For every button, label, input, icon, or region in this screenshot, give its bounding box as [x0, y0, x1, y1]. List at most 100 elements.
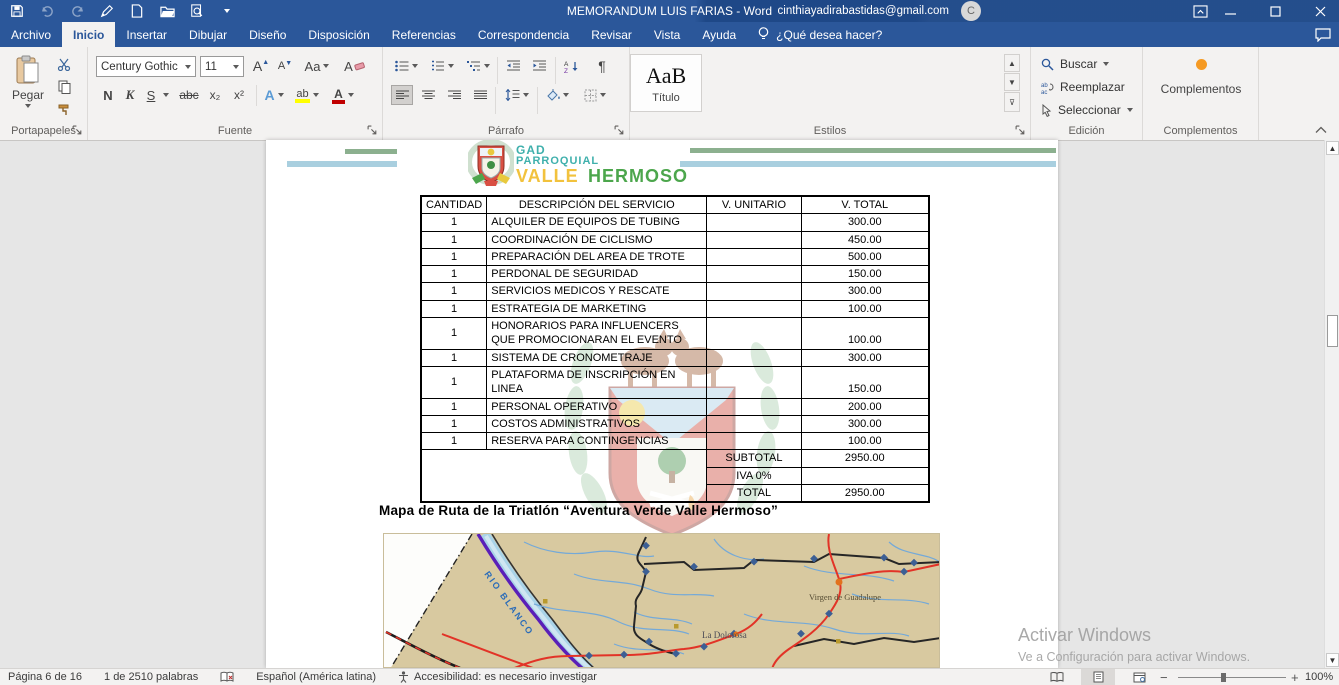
format-painter-button[interactable]	[52, 101, 76, 119]
ribbon-tab[interactable]: Diseño	[238, 22, 297, 47]
cell-cantidad: 1	[421, 248, 487, 265]
styles-scroll-down-icon[interactable]: ▼	[1004, 73, 1020, 91]
zoom-slider-track[interactable]	[1178, 677, 1286, 678]
language-indicator[interactable]: Español (América latina)	[256, 671, 376, 683]
multilevel-list-button[interactable]	[463, 56, 493, 76]
increase-indent-button[interactable]	[527, 56, 551, 76]
numbered-list-button[interactable]	[427, 56, 457, 76]
bold-button[interactable]: N	[98, 85, 118, 105]
vertical-scrollbar[interactable]: ▲ ▼	[1324, 140, 1339, 668]
ribbon-tab[interactable]: Insertar	[115, 22, 178, 47]
scroll-up-icon[interactable]: ▲	[1326, 141, 1339, 155]
comment-icon[interactable]	[1315, 28, 1331, 45]
web-layout-button[interactable]	[1122, 669, 1156, 685]
word-count[interactable]: 1 de 2510 palabras	[104, 671, 198, 683]
undo-icon[interactable]	[38, 2, 56, 20]
tell-me-label: ¿Qué desea hacer?	[776, 28, 882, 42]
line-spacing-button[interactable]	[501, 85, 533, 105]
proofing-icon[interactable]	[220, 671, 234, 683]
print-preview-icon[interactable]	[188, 2, 206, 20]
read-mode-button[interactable]	[1040, 669, 1074, 685]
clipboard-dialog-launcher-icon[interactable]	[72, 125, 83, 136]
select-button[interactable]: Seleccionar	[1041, 103, 1133, 117]
print-layout-button[interactable]	[1081, 669, 1115, 685]
styles-scroll-up-icon[interactable]: ▲	[1004, 54, 1020, 72]
underline-menu-button[interactable]	[160, 85, 172, 105]
zoom-slider-handle[interactable]	[1221, 673, 1226, 682]
zoom-out-button[interactable]: −	[1160, 669, 1168, 685]
find-button[interactable]: Buscar	[1041, 57, 1109, 71]
shading-button[interactable]	[541, 85, 573, 105]
ribbon-tab[interactable]: Correspondencia	[467, 22, 580, 47]
close-button[interactable]	[1305, 0, 1335, 22]
new-document-icon[interactable]	[128, 2, 146, 20]
decrease-indent-button[interactable]	[501, 56, 525, 76]
paste-button[interactable]: Pegar	[12, 55, 44, 108]
style-card[interactable]: AaB Título	[630, 54, 702, 112]
align-center-button[interactable]	[417, 85, 439, 105]
collapse-ribbon-icon[interactable]	[1315, 126, 1327, 134]
replace-button[interactable]: abac Reemplazar	[1041, 80, 1125, 94]
subscript-button[interactable]: x₂	[204, 85, 226, 105]
change-case-button[interactable]: Aa	[300, 56, 334, 76]
superscript-button[interactable]: x²	[228, 85, 250, 105]
ribbon-tab[interactable]: Ayuda	[691, 22, 747, 47]
show-marks-button[interactable]: ¶	[591, 56, 613, 76]
draw-touch-icon[interactable]	[98, 2, 116, 20]
qat-customize-icon[interactable]	[218, 2, 236, 20]
sort-button[interactable]: AZ	[559, 56, 585, 76]
avatar[interactable]: C	[961, 1, 981, 21]
ribbon-tab[interactable]: Inicio	[62, 22, 115, 47]
cost-table[interactable]: CANTIDAD DESCRIPCIÓN DEL SERVICIO V. UNI…	[420, 195, 930, 503]
zoom-percentage[interactable]: 100%	[1305, 669, 1333, 685]
page-indicator[interactable]: Página 6 de 16	[8, 671, 82, 683]
maximize-button[interactable]	[1260, 0, 1290, 22]
addins-button[interactable]: Complementos	[1161, 59, 1241, 96]
save-icon[interactable]	[8, 2, 26, 20]
ribbon-tab[interactable]: Referencias	[381, 22, 467, 47]
tell-me-box[interactable]: ¿Qué desea hacer?	[747, 22, 893, 47]
font-family-select[interactable]: Century Gothic	[96, 56, 196, 77]
ribbon-tab[interactable]: Vista	[643, 22, 691, 47]
scroll-down-icon[interactable]: ▼	[1326, 653, 1339, 667]
font-size-select[interactable]: 11	[200, 56, 244, 77]
subscript-glyph: x₂	[210, 88, 221, 102]
grow-font-glyph: A	[253, 58, 262, 74]
table-row: 1 SERVICIOS MEDICOS Y RESCATE 300.00	[421, 283, 929, 300]
copy-icon	[58, 80, 71, 94]
ribbon-tab[interactable]: Disposición	[297, 22, 380, 47]
accessibility-status[interactable]: Accesibilidad: es necesario investigar	[398, 671, 597, 683]
gad-crest-logo	[468, 140, 514, 188]
styles-dialog-launcher-icon[interactable]	[1015, 125, 1026, 136]
borders-button[interactable]	[579, 85, 611, 105]
underline-button[interactable]: S	[142, 85, 160, 105]
ribbon-display-options-icon[interactable]	[1185, 0, 1215, 22]
open-folder-icon[interactable]	[158, 2, 176, 20]
ribbon-tab[interactable]: Revisar	[580, 22, 643, 47]
font-color-button[interactable]: A	[328, 85, 358, 105]
copy-button[interactable]	[52, 78, 76, 96]
align-left-button[interactable]	[391, 85, 413, 105]
clear-formatting-button[interactable]: A	[342, 56, 368, 76]
align-right-button[interactable]	[443, 85, 465, 105]
route-map[interactable]: RIO BLANCO La Dolorosa Virgen de Guadalu…	[383, 533, 940, 668]
cut-button[interactable]	[52, 55, 76, 73]
shrink-font-button[interactable]: A▼	[274, 56, 296, 76]
redo-icon[interactable]	[68, 2, 86, 20]
account-email[interactable]: cinthiayadirabastidas@gmail.com	[778, 0, 949, 22]
text-effects-button[interactable]: A	[262, 85, 286, 105]
minimize-button[interactable]	[1215, 0, 1245, 22]
scrollbar-thumb[interactable]	[1327, 315, 1338, 347]
zoom-in-button[interactable]: +	[1291, 669, 1299, 685]
bullet-list-button[interactable]	[391, 56, 421, 76]
ribbon-tab[interactable]: Archivo	[0, 22, 62, 47]
grow-font-button[interactable]: A▲	[250, 56, 272, 76]
italic-button[interactable]: K	[120, 85, 140, 105]
strikethrough-button[interactable]: abc	[176, 85, 202, 105]
justify-button[interactable]	[469, 85, 491, 105]
font-dialog-launcher-icon[interactable]	[367, 125, 378, 136]
styles-gallery-more-icon[interactable]: ⊽	[1004, 92, 1020, 112]
highlight-button[interactable]: ab	[292, 85, 322, 105]
ribbon-tab[interactable]: Dibujar	[178, 22, 238, 47]
paragraph-dialog-launcher-icon[interactable]	[614, 125, 625, 136]
